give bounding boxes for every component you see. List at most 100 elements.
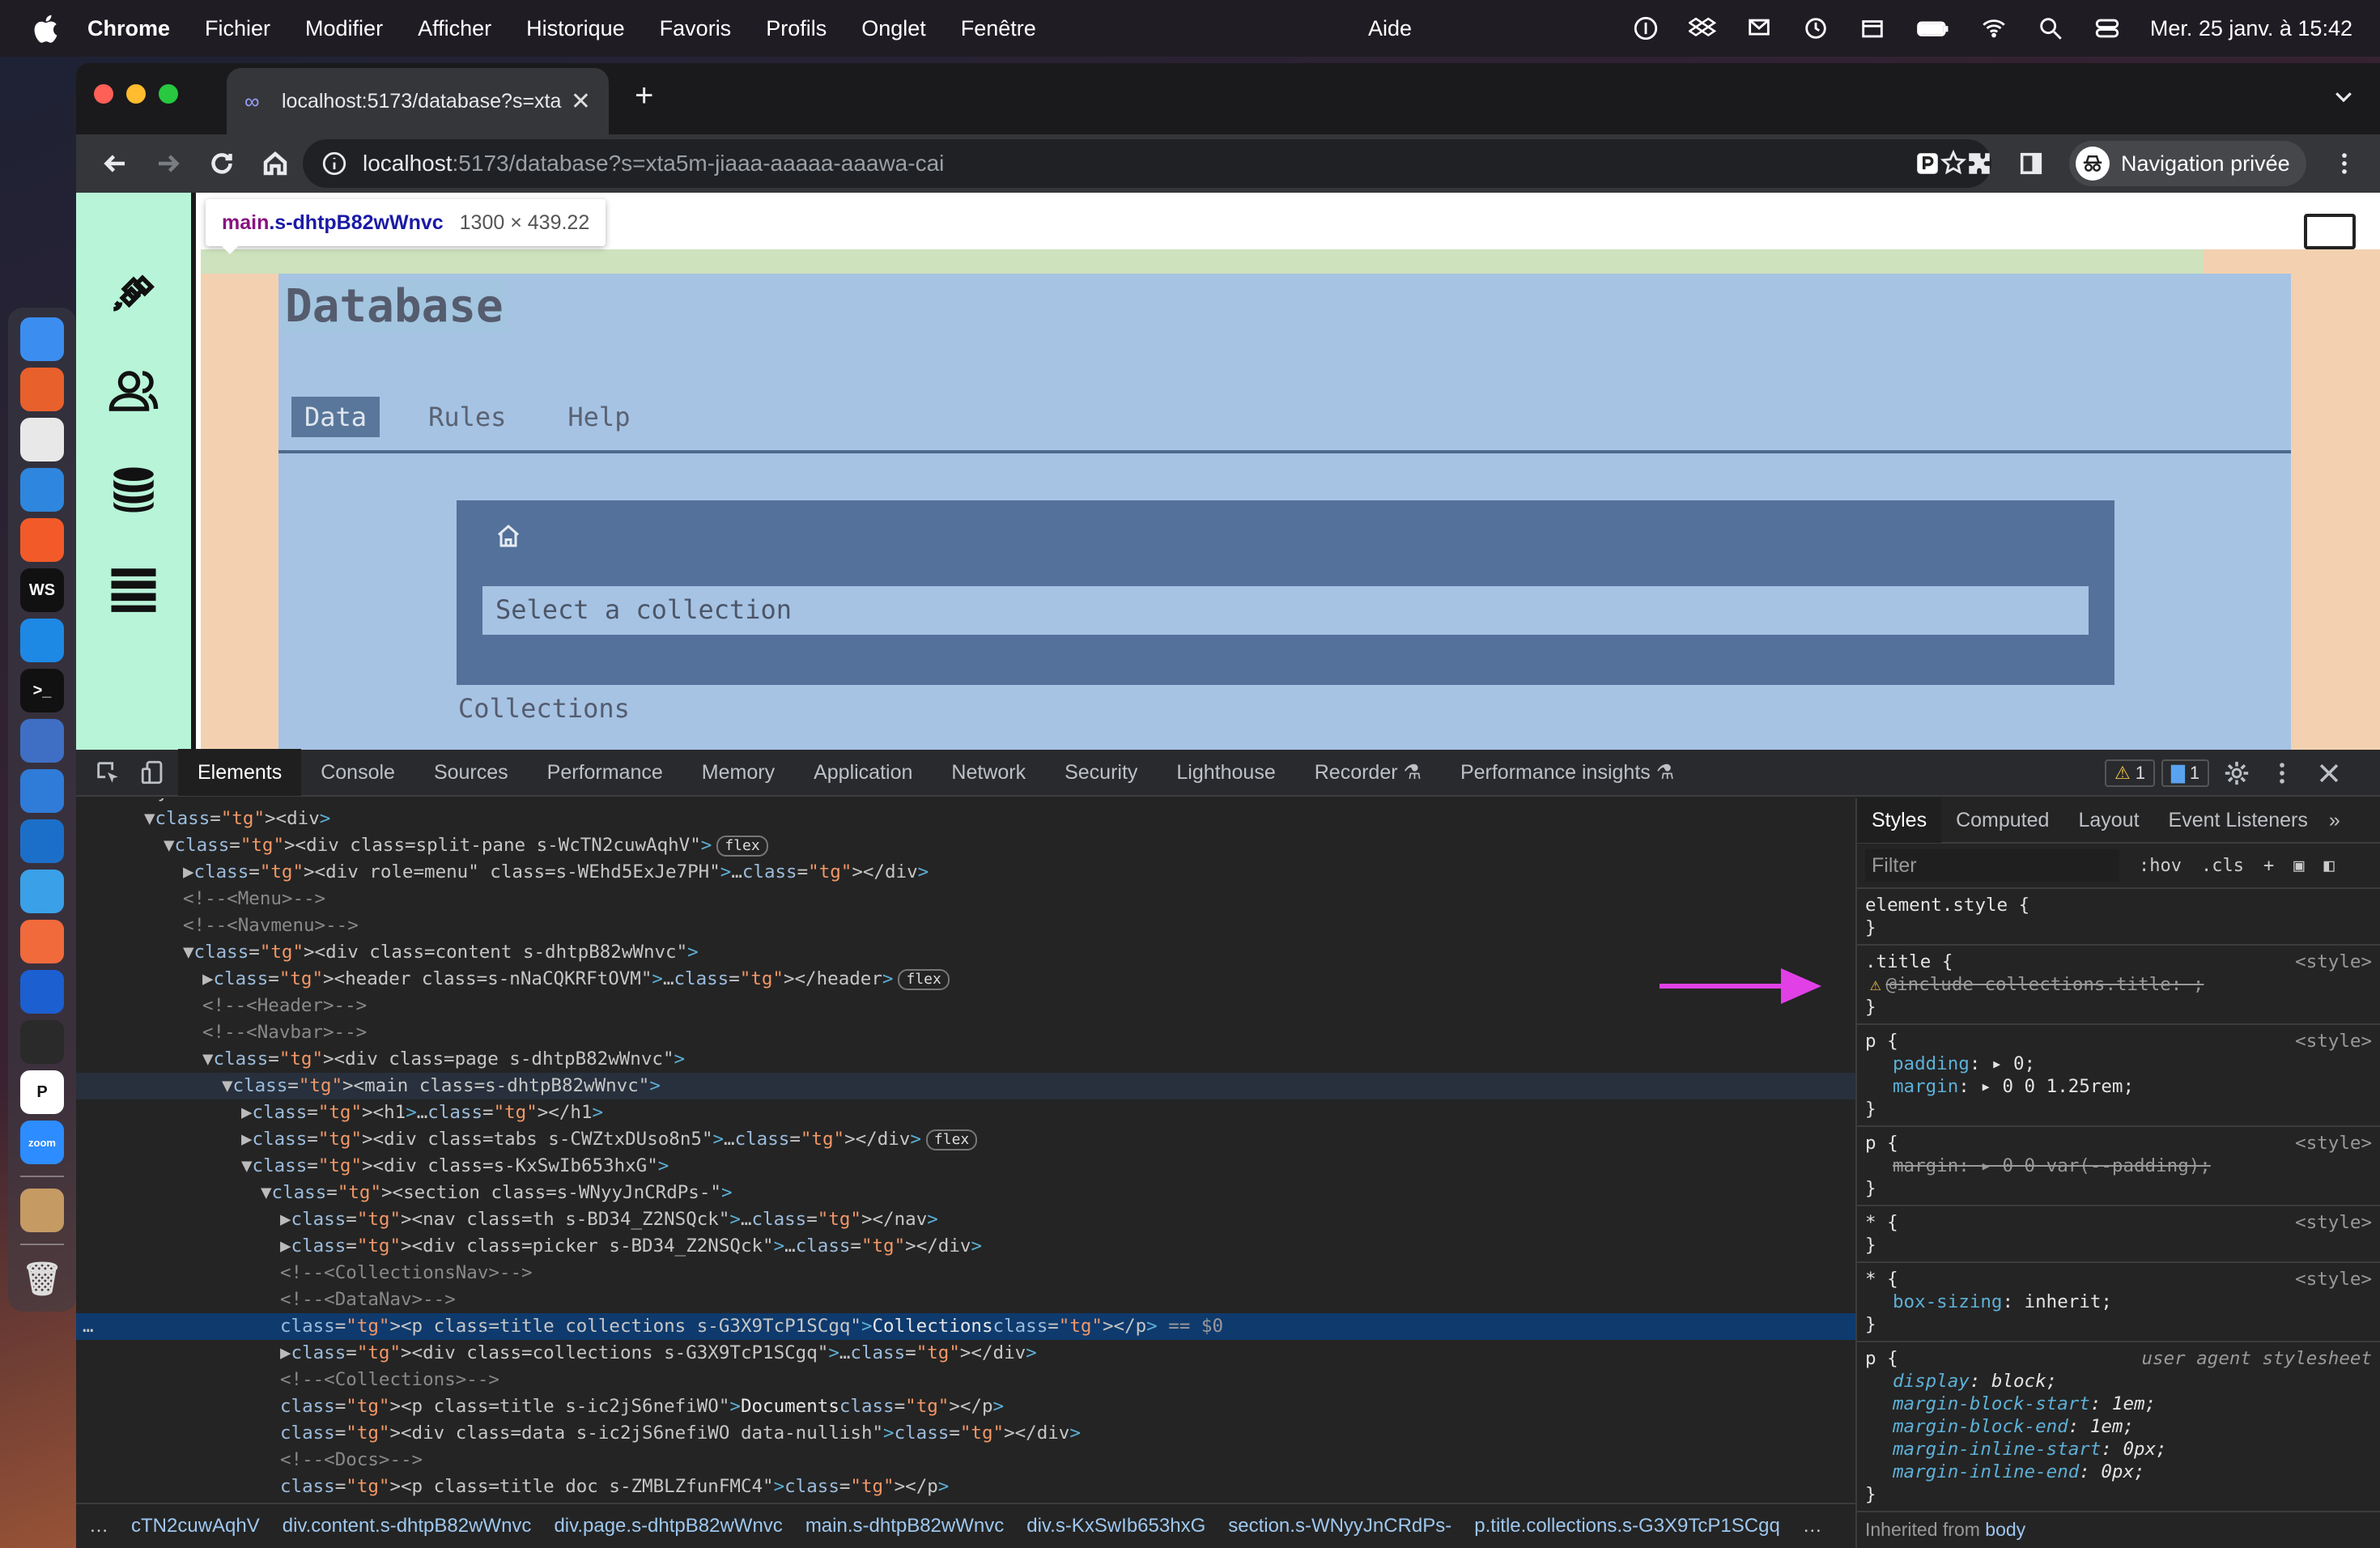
- battery-icon[interactable]: [1915, 15, 1951, 42]
- forward-arrow-icon[interactable]: [154, 149, 183, 178]
- dom-comment-line[interactable]: <!--<DataNav>-->: [76, 1286, 1855, 1313]
- dom-node-line[interactable]: ▼class="tg"><div>: [76, 806, 1855, 832]
- rule-source-link[interactable]: <style>: [2295, 950, 2372, 973]
- crumb-content[interactable]: div.content.s-dhtpB82wWnvc: [283, 1515, 532, 1537]
- keyboard-icon[interactable]: [2304, 214, 2356, 249]
- close-tab-icon[interactable]: ✕: [571, 87, 591, 116]
- style-rule[interactable]: .title {<style> ⚠ @include collections.tit…: [1857, 946, 2380, 1025]
- tab-computed[interactable]: Computed: [1941, 797, 2063, 843]
- style-rule[interactable]: * {<style> box-sizing: inherit;}: [1857, 1263, 2380, 1342]
- dom-node-line[interactable]: ▶class="tg"><div role=menu" class=s-WEhd…: [76, 859, 1855, 886]
- new-tab-button[interactable]: +: [635, 78, 653, 114]
- users-icon[interactable]: [107, 364, 160, 418]
- tab-data[interactable]: Data: [291, 397, 380, 437]
- back-arrow-icon[interactable]: [100, 149, 130, 178]
- chevron-down-icon[interactable]: [2331, 84, 2356, 108]
- rule-source-link[interactable]: <style>: [2295, 1030, 2372, 1053]
- dom-node-line[interactable]: ▼class="tg"><div class=page s-dhtpB82wWn…: [76, 1046, 1855, 1073]
- tab-sources[interactable]: Sources: [414, 749, 528, 796]
- paint-icon[interactable]: ▣: [2293, 856, 2304, 876]
- style-rule[interactable]: p {user agent stylesheet display: block; m…: [1857, 1342, 2380, 1512]
- style-rule[interactable]: element.style {}: [1857, 889, 2380, 946]
- flex-badge[interactable]: flex: [716, 835, 768, 857]
- tab-styles[interactable]: Styles: [1857, 797, 1942, 843]
- menubar-clock[interactable]: Mer. 25 janv. à 15:42: [2150, 16, 2352, 41]
- flex-badge[interactable]: flex: [925, 1129, 978, 1150]
- breadcrumb-overflow-right[interactable]: …: [1803, 1515, 1822, 1537]
- dom-comment-line[interactable]: body>: [76, 798, 1855, 806]
- minimize-window-button[interactable]: [126, 84, 146, 104]
- reload-icon[interactable]: [207, 149, 236, 178]
- expanded-triangle-icon[interactable]: ▼: [164, 835, 175, 856]
- warnings-badge[interactable]: ⚠ 1: [2105, 759, 2155, 787]
- expanded-triangle-icon[interactable]: ▼: [202, 1048, 214, 1070]
- dock-terminal-icon[interactable]: >_: [20, 669, 64, 712]
- dock-chrome-icon[interactable]: [20, 418, 64, 461]
- dom-node-line[interactable]: ▼class="tg"><main class=s-dhtpB82wWnvc">: [76, 1073, 1855, 1099]
- settings-gear-icon[interactable]: [2223, 759, 2250, 787]
- dom-comment-line[interactable]: <!--<Collections>-->: [76, 1367, 1855, 1393]
- menu-aide[interactable]: Aide: [1368, 16, 1412, 41]
- expanded-triangle-icon[interactable]: ▼: [241, 1155, 253, 1176]
- devtools-menu-icon[interactable]: [2268, 759, 2296, 787]
- crumb-div[interactable]: div.s-KxSwIb653hxG: [1026, 1515, 1205, 1537]
- database-icon[interactable]: [107, 463, 160, 517]
- dom-node-line[interactable]: ▶class="tg"><h1>…class="tg"></h1>: [76, 1099, 1855, 1126]
- tab-network[interactable]: Network: [932, 749, 1045, 796]
- dock-app-blue-icon[interactable]: [20, 769, 64, 813]
- site-info-icon[interactable]: [321, 150, 348, 177]
- crumb-page[interactable]: div.page.s-dhtpB82wWnvc: [554, 1515, 782, 1537]
- control-center-icon[interactable]: [2093, 15, 2121, 42]
- satellite-icon[interactable]: [107, 262, 160, 316]
- style-rule[interactable]: * {<style>}: [1857, 1206, 2380, 1263]
- dock-trash-icon[interactable]: 🗑: [20, 1257, 64, 1300]
- tab-console[interactable]: Console: [301, 749, 414, 796]
- dom-comment-line[interactable]: <!--<Navbar>-->: [76, 1019, 1855, 1046]
- time-machine-icon[interactable]: [1802, 15, 1830, 42]
- collapsed-triangle-icon[interactable]: ▶: [241, 1102, 253, 1123]
- crumb-main[interactable]: main.s-dhtpB82wWnvc: [805, 1515, 1004, 1537]
- crumb-section[interactable]: section.s-WNyyJnCRdPs-: [1228, 1515, 1451, 1537]
- crumb-p-title[interactable]: p.title.collections.s-G3X9TcP1SCgq: [1474, 1515, 1780, 1537]
- home-icon[interactable]: [261, 149, 290, 178]
- dock-xcode-icon[interactable]: [20, 719, 64, 763]
- dom-node-line[interactable]: ▼class="tg"><div class=split-pane s-WcTN…: [76, 832, 1855, 859]
- dom-comment-line[interactable]: <!--<Menu>-->: [76, 886, 1855, 912]
- dom-node-line[interactable]: ▶class="tg"><div class=collections s-G3X…: [76, 1340, 1855, 1367]
- rule-source-link[interactable]: <style>: [2295, 1268, 2372, 1291]
- dock-1password-icon[interactable]: [20, 970, 64, 1014]
- side-panel-icon[interactable]: [2017, 150, 2045, 177]
- dom-comment-line[interactable]: <!--<CollectionsNav>-->: [76, 1260, 1855, 1286]
- extension-p-icon[interactable]: [1914, 150, 1941, 177]
- kebab-menu-icon[interactable]: [2331, 150, 2358, 177]
- dom-node-line[interactable]: ▶class="tg"><header class=s-nNaCQKRFtOVM…: [76, 966, 1855, 993]
- collapsed-triangle-icon[interactable]: ▶: [202, 968, 214, 989]
- dock-app-cloud-icon[interactable]: [20, 819, 64, 863]
- dock-brave-icon[interactable]: [20, 518, 64, 562]
- dock-p-app-icon[interactable]: P: [20, 1070, 64, 1114]
- close-devtools-icon[interactable]: [2315, 759, 2343, 787]
- menu-onglet[interactable]: Onglet: [861, 16, 926, 41]
- expanded-triangle-icon[interactable]: ▼: [144, 808, 155, 829]
- hov-toggle[interactable]: :hov: [2139, 856, 2182, 876]
- menu-historique[interactable]: Historique: [526, 16, 625, 41]
- onepassword-icon[interactable]: [1632, 15, 1660, 42]
- menu-fichier[interactable]: Fichier: [205, 16, 270, 41]
- tab-performance-insights[interactable]: Performance insights ⚗: [1441, 749, 1694, 796]
- dom-node-line[interactable]: ▶class="tg"><nav class=th s-BD34_Z2NSQck…: [76, 1206, 1855, 1233]
- dom-comment-line[interactable]: <!--<Header>-->: [76, 993, 1855, 1019]
- style-rule[interactable]: p {<style> margin: ▸ 0 0 var(--padding);}: [1857, 1127, 2380, 1206]
- menu-afficher[interactable]: Afficher: [418, 16, 491, 41]
- device-toolbar-icon[interactable]: [139, 759, 167, 786]
- dom-node-line[interactable]: ▼class="tg"><div class=content s-dhtpB82…: [76, 939, 1855, 966]
- dock-webstorm-icon[interactable]: WS: [20, 568, 64, 612]
- dom-node-line[interactable]: class="tg"><p class=title doc s-ZMBLZfun…: [76, 1474, 1855, 1500]
- browser-tab[interactable]: ∞ localhost:5173/database?s=xta ✕: [227, 68, 609, 134]
- dock-zoom-icon[interactable]: zoom: [20, 1121, 64, 1164]
- dropbox-icon[interactable]: [1688, 15, 1716, 42]
- tab-help[interactable]: Help: [555, 397, 643, 437]
- dom-node-line[interactable]: ▶class="tg"><div class=tabs s-CWZtxDUso8…: [76, 1126, 1855, 1153]
- tab-security[interactable]: Security: [1045, 749, 1157, 796]
- close-window-button[interactable]: [94, 84, 113, 104]
- spotlight-search-icon[interactable]: [2037, 15, 2064, 42]
